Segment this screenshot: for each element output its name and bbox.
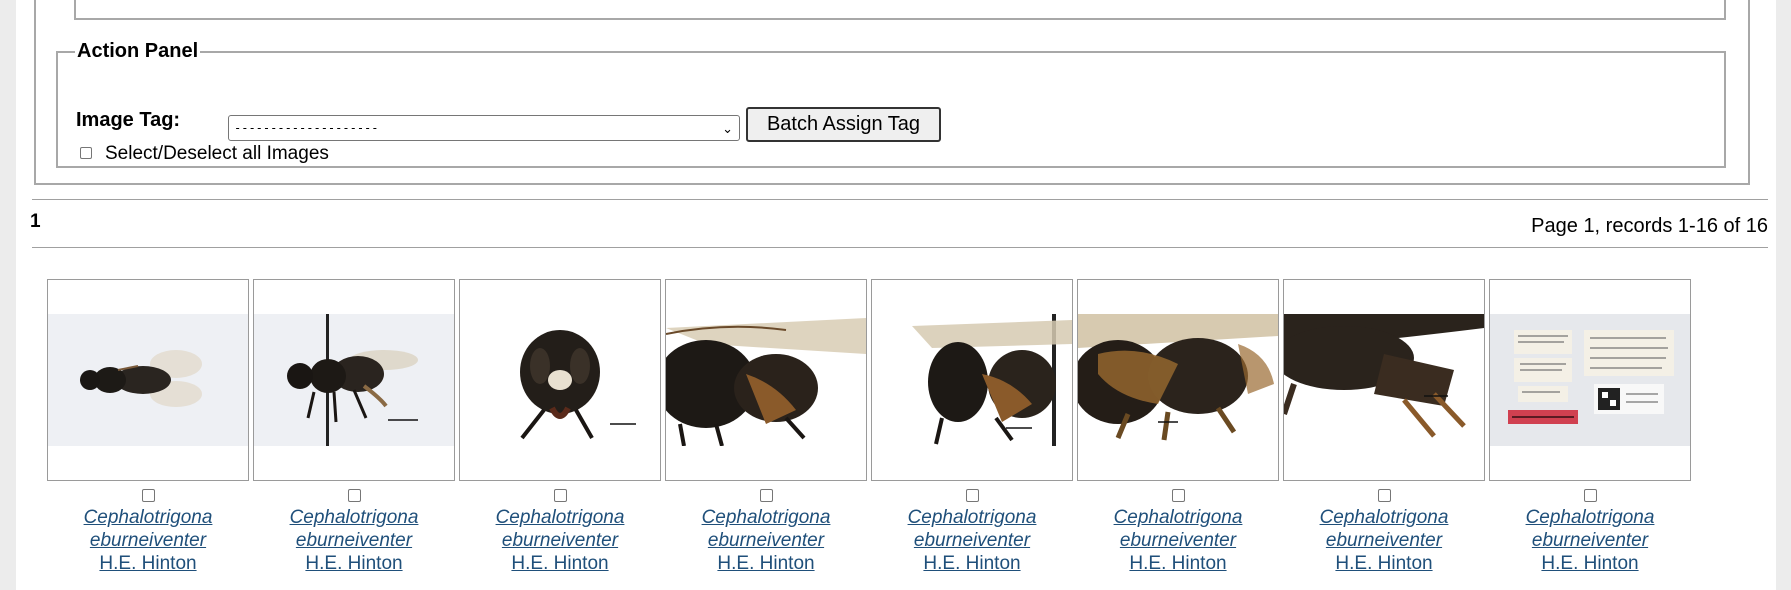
specimen-image[interactable] <box>1283 279 1485 481</box>
thumbnail-caption: Cephalotrigona eburneiventer H.E. Hinton <box>665 506 867 575</box>
thumbnail-caption: Cephalotrigona eburneiventer H.E. Hinton <box>1283 506 1485 575</box>
thumbnail-card: Cephalotrigona eburneiventer H.E. Hinton <box>47 279 249 575</box>
thumbnail-card: Cephalotrigona eburneiventer H.E. Hinton <box>871 279 1073 575</box>
specimen-image[interactable] <box>871 279 1073 481</box>
thumbnail-caption: Cephalotrigona eburneiventer H.E. Hinton <box>459 506 661 575</box>
thumbnail-checkbox[interactable] <box>1171 489 1185 502</box>
specimen-image[interactable] <box>1077 279 1279 481</box>
thumbnail-caption: Cephalotrigona eburneiventer H.E. Hinton <box>1077 506 1279 575</box>
select-all-label: Select/Deselect all Images <box>105 143 329 164</box>
specimen-image[interactable] <box>1489 279 1691 481</box>
collector-link[interactable]: H.E. Hinton <box>871 552 1073 575</box>
taxon-link[interactable]: Cephalotrigona eburneiventer <box>1077 506 1279 552</box>
thumbnail-checkbox[interactable] <box>1583 489 1597 502</box>
thumbnail-caption: Cephalotrigona eburneiventer H.E. Hinton <box>253 506 455 575</box>
bee-thorax-closeup-photo <box>872 314 1072 446</box>
taxon-link[interactable]: Cephalotrigona eburneiventer <box>459 506 661 552</box>
thumbnail-card: Cephalotrigona eburneiventer H.E. Hinton <box>1283 279 1485 575</box>
pager-page-link[interactable]: 1 <box>30 211 41 233</box>
collector-link[interactable]: H.E. Hinton <box>47 552 249 575</box>
search-criteria-box <box>74 0 1726 20</box>
collector-link[interactable]: H.E. Hinton <box>1489 552 1691 575</box>
collector-link[interactable]: H.E. Hinton <box>1283 552 1485 575</box>
image-tag-select[interactable]: -------------------- ⌄ <box>228 115 740 141</box>
collector-link[interactable]: H.E. Hinton <box>253 552 455 575</box>
thumbnail-checkbox[interactable] <box>759 489 773 502</box>
bee-lateral-photo <box>254 314 454 446</box>
thumbnail-card: Cephalotrigona eburneiventer H.E. Hinton <box>1077 279 1279 575</box>
taxon-link[interactable]: Cephalotrigona eburneiventer <box>871 506 1073 552</box>
divider <box>32 199 1768 200</box>
taxon-link[interactable]: Cephalotrigona eburneiventer <box>1283 506 1485 552</box>
bee-dorsal-photo <box>48 314 248 446</box>
thumbnail-checkbox[interactable] <box>1377 489 1391 502</box>
action-panel-legend: Action Panel <box>77 40 199 62</box>
thumbnail-card: Cephalotrigona eburneiventer H.E. Hinton <box>1489 279 1691 575</box>
thumbnail-caption: Cephalotrigona eburneiventer H.E. Hinton <box>1489 506 1691 575</box>
taxon-link[interactable]: Cephalotrigona eburneiventer <box>1489 506 1691 552</box>
image-tag-selected-value: -------------------- <box>234 121 379 135</box>
image-tag-label: Image Tag: <box>76 109 181 131</box>
specimen-image[interactable] <box>253 279 455 481</box>
specimen-labels-photo <box>1490 314 1690 446</box>
select-all-checkbox[interactable] <box>80 147 92 159</box>
taxon-link[interactable]: Cephalotrigona eburneiventer <box>47 506 249 552</box>
thumbnail-checkbox[interactable] <box>141 489 155 502</box>
specimen-image[interactable] <box>47 279 249 481</box>
thumbnail-card: Cephalotrigona eburneiventer H.E. Hinton <box>459 279 661 575</box>
select-all-images[interactable]: Select/Deselect all Images <box>80 143 329 165</box>
thumbnail-checkbox[interactable] <box>965 489 979 502</box>
thumbnail-card: Cephalotrigona eburneiventer H.E. Hinton <box>253 279 455 575</box>
specimen-image[interactable] <box>459 279 661 481</box>
collector-link[interactable]: H.E. Hinton <box>1077 552 1279 575</box>
taxon-link[interactable]: Cephalotrigona eburneiventer <box>253 506 455 552</box>
divider <box>32 247 1768 248</box>
thumbnail-checkbox[interactable] <box>347 489 361 502</box>
page: Action Panel Image Tag: ----------------… <box>16 0 1776 590</box>
bee-leg-closeup-photo <box>1284 314 1484 446</box>
bee-abdomen-closeup-photo <box>1078 314 1278 446</box>
pager-info: Page 1, records 1-16 of 16 <box>1531 215 1768 237</box>
thumbnail-card: Cephalotrigona eburneiventer H.E. Hinton <box>665 279 867 575</box>
thumbnail-caption: Cephalotrigona eburneiventer H.E. Hinton <box>47 506 249 575</box>
batch-assign-tag-button[interactable]: Batch Assign Tag <box>746 107 941 142</box>
collector-link[interactable]: H.E. Hinton <box>665 552 867 575</box>
thumbnail-checkbox[interactable] <box>553 489 567 502</box>
thumbnail-caption: Cephalotrigona eburneiventer H.E. Hinton <box>871 506 1073 575</box>
chevron-down-icon: ⌄ <box>722 122 733 137</box>
action-panel: Action Panel Image Tag: ----------------… <box>56 40 1726 168</box>
bee-head-photo <box>460 314 660 446</box>
taxon-link[interactable]: Cephalotrigona eburneiventer <box>665 506 867 552</box>
collector-link[interactable]: H.E. Hinton <box>459 552 661 575</box>
specimen-image[interactable] <box>665 279 867 481</box>
bee-lateral-closeup-photo <box>666 314 866 446</box>
